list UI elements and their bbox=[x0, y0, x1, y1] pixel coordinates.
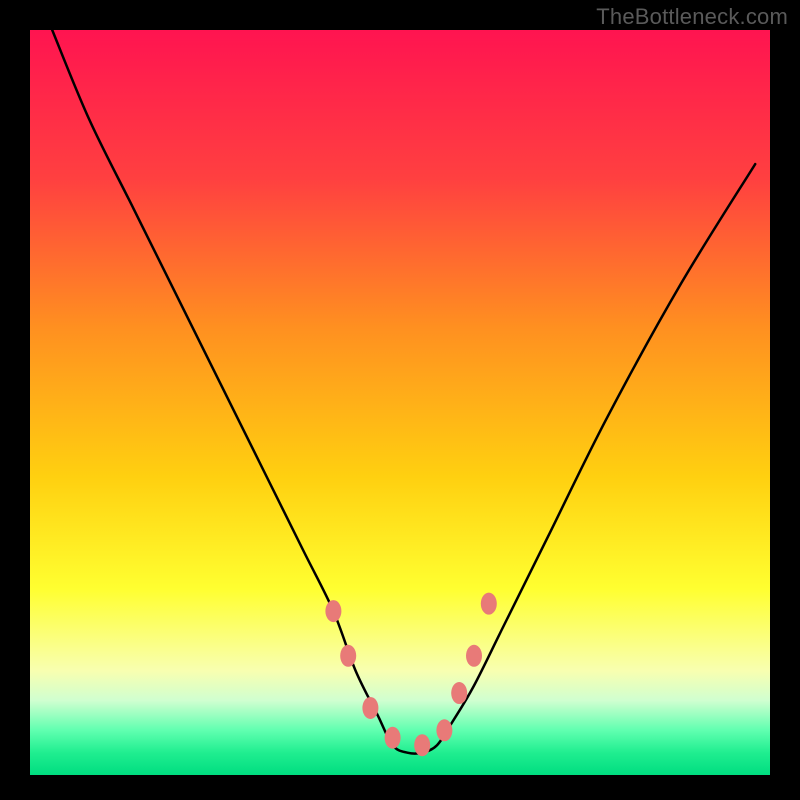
curve-marker bbox=[481, 593, 497, 615]
chart-frame: TheBottleneck.com bbox=[0, 0, 800, 800]
watermark-text: TheBottleneck.com bbox=[596, 4, 788, 30]
curve-marker bbox=[325, 600, 341, 622]
curve-marker bbox=[436, 719, 452, 741]
curve-marker bbox=[385, 727, 401, 749]
curve-marker bbox=[414, 734, 430, 756]
curve-marker bbox=[451, 682, 467, 704]
curve-marker bbox=[466, 645, 482, 667]
curve-marker bbox=[340, 645, 356, 667]
bottleneck-chart bbox=[0, 0, 800, 800]
plot-background bbox=[30, 30, 770, 775]
curve-marker bbox=[362, 697, 378, 719]
